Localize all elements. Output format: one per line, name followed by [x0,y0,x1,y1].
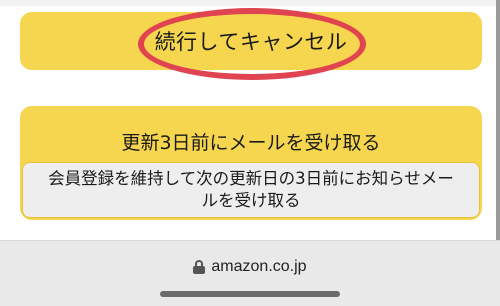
browser-address-bar: amazon.co.jp [0,240,500,306]
url-field[interactable]: amazon.co.jp [0,258,500,276]
continue-cancel-label: 続行してキャンセル [154,30,348,54]
reminder-description-line1: 会員登録を維持して次の更新日の3日前にお知らせメー [48,169,454,188]
scrollbar[interactable] [496,0,500,240]
lock-icon [193,260,206,274]
reminder-description[interactable]: 会員登録を維持して次の更新日の3日前にお知らせメー ルを受け取る [22,162,480,218]
reminder-title: 更新3日前にメールを受け取る [121,132,381,154]
url-text: amazon.co.jp [211,258,307,275]
reminder-description-line2: ルを受け取る [201,191,301,210]
continue-cancel-button[interactable]: 続行してキャンセル [20,12,482,70]
home-indicator[interactable] [160,291,340,297]
